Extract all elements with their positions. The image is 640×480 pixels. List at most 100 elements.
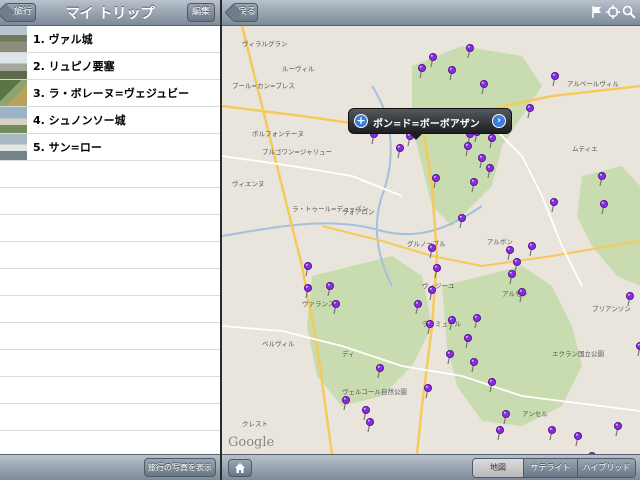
map-pin-head [432, 263, 441, 272]
map-pin-head [395, 144, 404, 153]
map-pin-head [428, 52, 437, 61]
map-pin[interactable] [423, 383, 432, 399]
map-pin-highlight [481, 81, 484, 84]
map-pin-head [463, 333, 472, 342]
map-pin-highlight [397, 145, 400, 148]
map-pin-highlight [427, 321, 430, 324]
add-icon[interactable]: + [354, 114, 368, 128]
list-item[interactable]: 4. シュノンソー城 [0, 107, 220, 134]
place-label: ポルフォンテーヌ [252, 130, 304, 138]
map-pin-head [423, 383, 432, 392]
map-pin[interactable] [365, 417, 374, 433]
thumbnail-image [0, 107, 27, 133]
map-pin[interactable] [457, 213, 466, 229]
list-item-label: 5. サン=ロー [33, 141, 102, 154]
list-item-label: 4. シュノンソー城 [33, 114, 126, 127]
locate-icon[interactable] [606, 5, 620, 19]
map-type-control[interactable]: 地図 サテライト ハイブリッド [472, 458, 636, 478]
map-pin[interactable] [550, 72, 559, 87]
list-item[interactable]: 3. ラ・ボレーヌ=ヴェジュビー [0, 80, 220, 107]
map-pin[interactable] [613, 421, 622, 437]
park-area [412, 46, 542, 226]
map-pin-head [465, 43, 474, 52]
map-pin-head [479, 80, 488, 89]
map-pin[interactable] [395, 144, 404, 159]
map-pin-highlight [433, 175, 436, 178]
map-pin-highlight [503, 411, 506, 414]
map-pin[interactable] [527, 241, 536, 257]
thumbnail-image [0, 134, 27, 160]
map-view[interactable]: ヴィラルグラン ルーヴィル ブール=カン=ブレス ポルフォンテーヌ ブルゴワン=ジャリュ… [222, 26, 640, 454]
map-canvas[interactable]: ヴィラルグランルーヴィルブール=カン=ブレスポルフォンテーヌブルゴワン=ジャリュ… [222, 26, 640, 454]
list-item[interactable]: 1. ヴァル城 [0, 26, 220, 53]
trip-list-toolbar: 旅行の写真を表示 [0, 454, 220, 480]
map-pin-highlight [549, 427, 552, 430]
map-pin-head [445, 349, 454, 358]
place-label: ブルゴワン=ジャリュー [262, 147, 332, 156]
map-pin-highlight [429, 245, 432, 248]
map-pin-highlight [599, 173, 602, 176]
map-pin[interactable] [573, 431, 582, 447]
map-pin-highlight [487, 165, 490, 168]
place-label: ベルヴィル [262, 339, 295, 348]
search-icon[interactable] [622, 5, 636, 19]
map-pin-head [413, 299, 422, 308]
map-pin-highlight [434, 265, 437, 268]
map-pin-highlight [489, 135, 492, 138]
place-label: ヴェルコール自然公園 [342, 387, 407, 396]
list-item[interactable]: 5. サン=ロー [0, 134, 220, 161]
edit-button[interactable]: 編集 [187, 3, 215, 22]
map-pin-head [447, 66, 456, 75]
place-label: ムティエ [572, 145, 598, 153]
map-pin-highlight [575, 433, 578, 436]
list-item[interactable]: 2. リュピノ要塞 [0, 53, 220, 80]
map-pin-head [501, 409, 510, 418]
map-pin-highlight [514, 259, 517, 262]
map-pin[interactable] [636, 342, 640, 357]
map-pin-highlight [447, 351, 450, 354]
show-trip-photos-button[interactable]: 旅行の写真を表示 [144, 458, 216, 477]
map-pin-head [636, 342, 640, 350]
map-pin[interactable] [495, 425, 504, 441]
map-pin[interactable] [361, 405, 370, 421]
map-pin[interactable] [549, 197, 558, 213]
map-pin[interactable] [547, 425, 556, 441]
map-nav-bar: 戻る [222, 0, 640, 26]
map-pin-highlight [343, 397, 346, 400]
location-callout[interactable]: + ポン=ド=ボーボアザン › [348, 108, 512, 140]
map-pin-head [469, 177, 478, 186]
map-type-satellite[interactable]: サテライト [523, 459, 577, 477]
chevron-right-icon[interactable]: › [492, 114, 506, 128]
map-pin-head [365, 417, 374, 426]
map-panel: 戻る ヴィラルグラン ルーヴィル ブール=カン=ブレス ポルフォンテーヌ ブルゴ… [222, 0, 640, 480]
map-pin-head [599, 199, 608, 208]
map-pin-highlight [425, 385, 428, 388]
map-pin-head [549, 197, 558, 206]
list-item-label: 2. リュピノ要塞 [33, 60, 115, 73]
map-pin[interactable] [525, 104, 534, 119]
home-icon [235, 463, 245, 473]
place-label: ディ [342, 349, 355, 358]
map-pin-highlight [474, 315, 477, 318]
map-pin-head [487, 134, 496, 143]
home-button[interactable] [228, 459, 252, 477]
flag-icon[interactable] [590, 5, 604, 19]
trip-list-panel: 旅行 マイ トリップ 編集 1. ヴァル城 2. リュピノ要塞 3. ラ・ボレー… [0, 0, 220, 480]
map-pin-highlight [615, 423, 618, 426]
map-pin[interactable] [625, 291, 634, 307]
map-pin-head [361, 405, 370, 414]
map-pin-highlight [527, 105, 530, 108]
park-area [307, 256, 432, 406]
map-pin-head [477, 153, 486, 162]
map-pin[interactable] [505, 245, 514, 261]
map-back-button[interactable]: 戻る [232, 3, 258, 22]
map-type-map[interactable]: 地図 [473, 459, 523, 477]
map-pin-head [427, 285, 436, 294]
map-pin[interactable] [304, 261, 313, 277]
map-pin-head [525, 104, 534, 113]
map-pin-head [332, 299, 341, 308]
place-label: クレスト [242, 420, 268, 428]
place-label: エクラン国立公園 [552, 349, 604, 358]
map-pin-highlight [363, 407, 366, 410]
map-type-hybrid[interactable]: ハイブリッド [577, 459, 635, 477]
